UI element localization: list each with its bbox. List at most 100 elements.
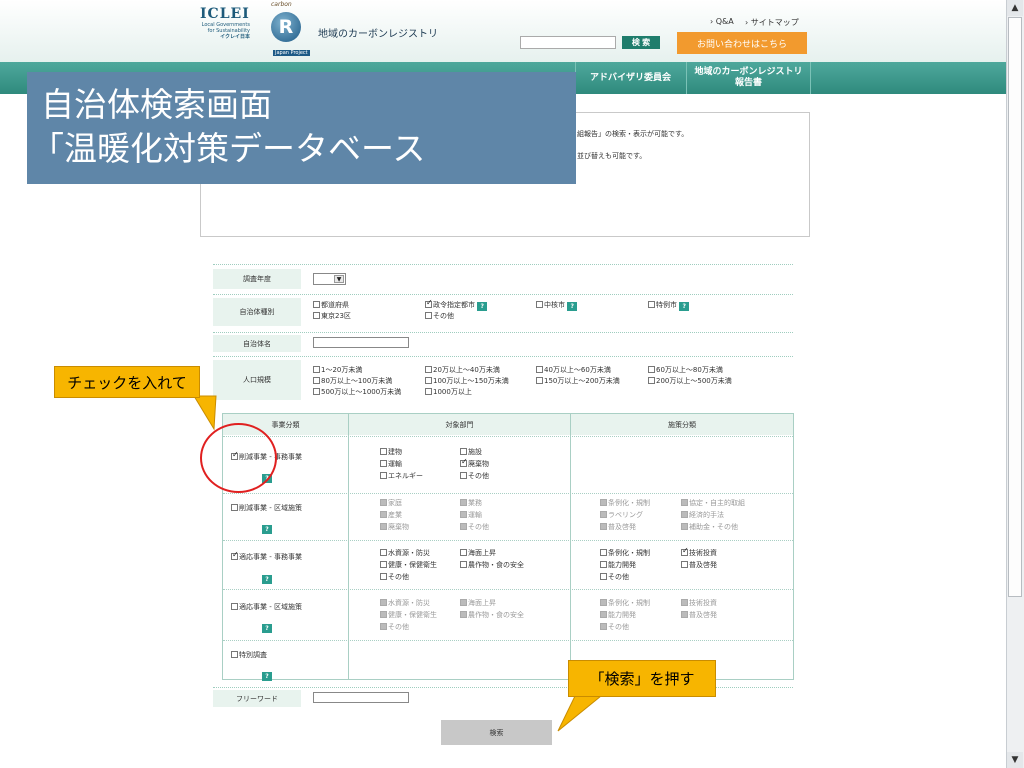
site-search-button[interactable]: 検 索 [622, 36, 660, 49]
scrollbar-thumb[interactable] [1008, 17, 1022, 597]
type-option[interactable]: 特例市 ? [648, 300, 690, 311]
checkbox-checked[interactable] [681, 546, 689, 556]
checkbox[interactable] [231, 504, 238, 511]
checkbox[interactable] [536, 301, 543, 308]
carbon-registry-logo[interactable]: R [271, 12, 301, 42]
help-icon[interactable]: ? [567, 302, 578, 311]
type-option[interactable]: 東京23区 [313, 311, 351, 321]
site-title[interactable]: 地域のカーボンレジストリ [318, 25, 438, 40]
sector-option[interactable]: 建物 [380, 447, 402, 457]
help-icon[interactable]: ? [262, 525, 272, 534]
policy-option[interactable]: 条例化・規制 [600, 548, 650, 558]
checkbox[interactable] [460, 549, 467, 556]
checkbox-disabled [600, 599, 607, 606]
sector-option[interactable]: エネルギー [380, 471, 423, 481]
checkbox[interactable] [380, 549, 387, 556]
checkbox[interactable] [425, 377, 432, 384]
category-option[interactable]: 適応事業 - 事務事業 [231, 550, 302, 562]
year-select[interactable]: ▼ [313, 273, 346, 285]
category-option[interactable]: 削減事業 - 区域施策 [231, 503, 302, 513]
pop-option[interactable]: 1～20万未満 [313, 365, 362, 375]
checkbox-checked[interactable] [231, 550, 239, 560]
pop-option[interactable]: 200万以上～500万未満 [648, 376, 732, 386]
type-option[interactable]: その他 [425, 311, 454, 321]
category-option[interactable]: 特別調査 [231, 650, 267, 660]
checkbox-checked[interactable] [425, 298, 433, 308]
iclei-logo[interactable]: ICLEI Local Governments for Sustainabili… [200, 6, 270, 62]
pop-option[interactable]: 150万以上～200万未満 [536, 376, 620, 386]
checkbox[interactable] [313, 312, 320, 319]
checkbox[interactable] [600, 561, 607, 568]
checkbox[interactable] [313, 388, 320, 395]
pop-option[interactable]: 40万以上～60万未満 [536, 365, 611, 375]
contact-button[interactable]: お問い合わせはこちら [677, 32, 807, 54]
sector-option[interactable]: 運輸 [380, 459, 402, 469]
checkbox[interactable] [460, 448, 467, 455]
checkbox[interactable] [425, 312, 432, 319]
nav-registry-report[interactable]: 地域のカーボンレジストリ 報告書 [686, 62, 811, 94]
checkbox-checked[interactable] [460, 457, 468, 467]
checkbox[interactable] [460, 472, 467, 479]
pop-option[interactable]: 60万以上～80万未満 [648, 365, 723, 375]
checkbox[interactable] [380, 561, 387, 568]
sector-option-disabled: その他 [460, 522, 489, 532]
help-icon[interactable]: ? [477, 302, 488, 311]
pop-option[interactable]: 1000万以上 [425, 387, 472, 397]
checkbox[interactable] [648, 366, 655, 373]
policy-option[interactable]: 普及啓発 [681, 560, 717, 570]
help-icon[interactable]: ? [262, 624, 272, 633]
nav-advisory-committee[interactable]: アドバイザリ委員会 [575, 62, 685, 94]
checkbox[interactable] [313, 301, 320, 308]
policy-option-disabled: 普及啓発 [600, 522, 636, 532]
scroll-up-arrow-icon[interactable]: ▲ [1007, 0, 1023, 16]
checkbox[interactable] [231, 651, 238, 658]
policy-option[interactable]: 能力開発 [600, 560, 636, 570]
checkbox[interactable] [648, 377, 655, 384]
checkbox[interactable] [380, 573, 387, 580]
checkbox[interactable] [380, 472, 387, 479]
sector-option[interactable]: 廃棄物 [460, 457, 489, 469]
checkbox[interactable] [600, 549, 607, 556]
checkbox[interactable] [681, 561, 688, 568]
search-submit-button[interactable]: 検索 [441, 720, 552, 745]
sector-option[interactable]: 水資源・防災 [380, 548, 430, 558]
category-option[interactable]: 適応事業 - 区域施策 [231, 602, 302, 612]
checkbox[interactable] [460, 561, 467, 568]
policy-column-header: 施策分類 [571, 414, 793, 435]
sector-option[interactable]: その他 [460, 471, 489, 481]
checkbox[interactable] [648, 301, 655, 308]
type-option[interactable]: 中核市 ? [536, 300, 578, 311]
sector-option[interactable]: その他 [380, 572, 409, 582]
sitemap-link[interactable]: › サイトマップ [745, 17, 799, 28]
policy-option[interactable]: 技術投資 [681, 546, 717, 558]
sector-option[interactable]: 健康・保健衛生 [380, 560, 437, 570]
checkbox[interactable] [600, 573, 607, 580]
sector-option[interactable]: 海面上昇 [460, 548, 496, 558]
site-search-input[interactable] [520, 36, 616, 49]
sector-option[interactable]: 施設 [460, 447, 482, 457]
help-icon[interactable]: ? [262, 672, 272, 681]
checkbox[interactable] [425, 366, 432, 373]
pop-option[interactable]: 20万以上～40万未満 [425, 365, 500, 375]
sector-option[interactable]: 農作物・食の安全 [460, 560, 524, 570]
scroll-down-arrow-icon[interactable]: ▼ [1007, 752, 1023, 768]
qa-link[interactable]: › Q&A [710, 17, 734, 26]
policy-option[interactable]: その他 [600, 572, 629, 582]
help-icon[interactable]: ? [679, 302, 690, 311]
checkbox[interactable] [313, 377, 320, 384]
pop-option[interactable]: 500万以上～1000万未満 [313, 387, 401, 397]
checkbox[interactable] [231, 603, 238, 610]
pop-option[interactable]: 80万以上～100万未満 [313, 376, 392, 386]
help-icon[interactable]: ? [262, 575, 272, 584]
checkbox[interactable] [313, 366, 320, 373]
checkbox[interactable] [425, 388, 432, 395]
checkbox[interactable] [380, 448, 387, 455]
checkbox[interactable] [536, 366, 543, 373]
checkbox[interactable] [380, 460, 387, 467]
freeword-input[interactable] [313, 692, 409, 703]
type-option[interactable]: 都道府県 [313, 300, 349, 310]
type-option[interactable]: 政令指定都市 ? [425, 298, 488, 311]
municipality-name-input[interactable] [313, 337, 409, 348]
checkbox[interactable] [536, 377, 543, 384]
pop-option[interactable]: 100万以上～150万未満 [425, 376, 509, 386]
